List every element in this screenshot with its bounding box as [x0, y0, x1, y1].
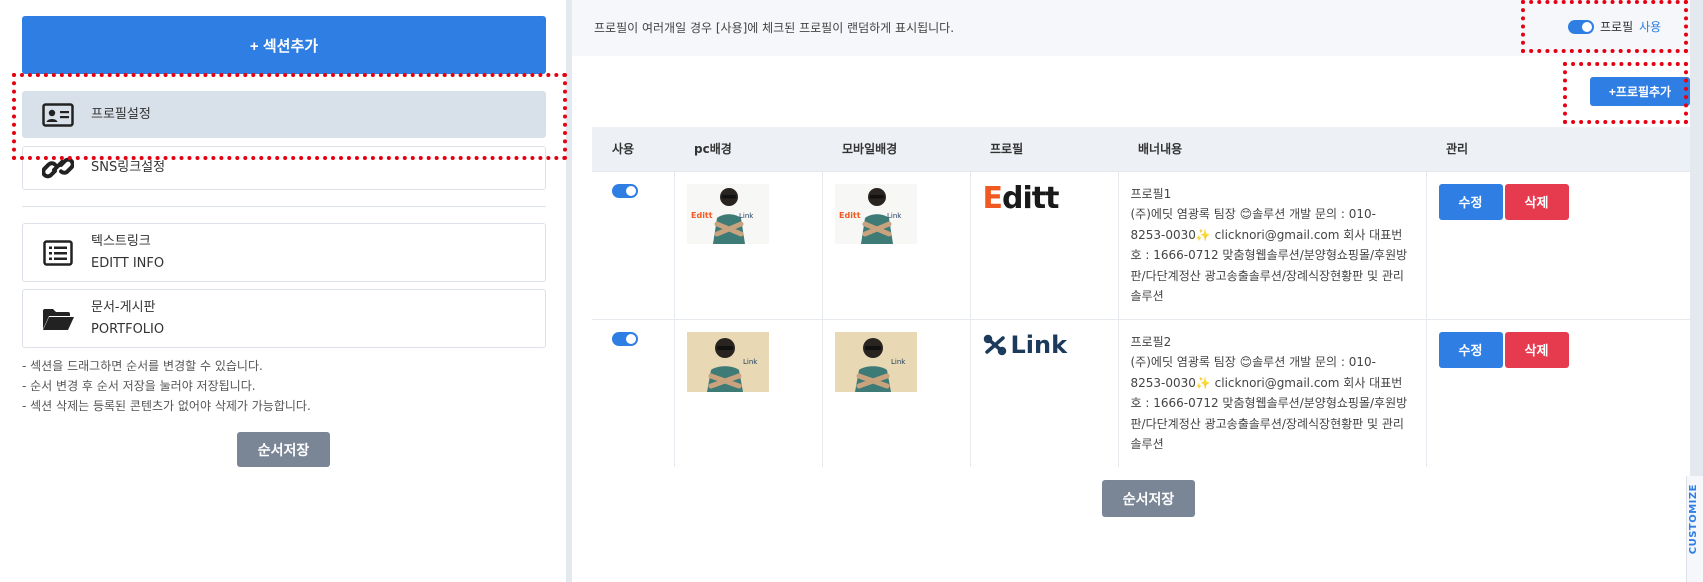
- banner-title: 프로필2: [1130, 334, 1172, 349]
- pc-background-image: Link: [686, 331, 769, 392]
- folder-icon: [41, 305, 75, 333]
- edit-button[interactable]: 수정: [1438, 331, 1503, 368]
- mobile-background-image: Link: [834, 331, 917, 392]
- section-item-board[interactable]: 문서-게시판 PORTFOLIO: [22, 289, 546, 348]
- add-section-button[interactable]: + 섹션추가: [22, 16, 546, 74]
- banner-title: 프로필1: [1130, 186, 1172, 201]
- pc-background-image: Editt Link: [686, 183, 769, 244]
- customize-label: CUSTOMIZE: [1688, 484, 1699, 555]
- note-line: - 순서 변경 후 순서 저장을 눌러야 저장됩니다.: [22, 379, 256, 393]
- col-manage: 관리: [1426, 127, 1690, 171]
- profile-panel: 프로필이 여러개일 경우 [사용]에 체크된 프로필이 랜덤하게 표시됩니다. …: [572, 0, 1690, 582]
- col-pc-bg: pc배경: [674, 127, 822, 171]
- save-order-button[interactable]: 순서저장: [1102, 480, 1195, 517]
- thumb-logo-text: Link: [891, 358, 906, 366]
- customize-tab[interactable]: CUSTOMIZE: [1686, 476, 1703, 582]
- section-label: 문서-게시판: [91, 299, 156, 315]
- note-line: - 섹션을 드래그하면 순서를 변경할 수 있습니다.: [22, 359, 263, 373]
- col-profile: 프로필: [970, 127, 1118, 171]
- mobile-background-image: Editt Link: [834, 183, 917, 244]
- profile-logo-text: Link: [1010, 330, 1068, 359]
- banner-body: (주)에딧 염광록 팀장 😊솔루션 개발 문의 : 010-8253-0030✨…: [1130, 207, 1408, 303]
- col-mobile-bg: 모바일배경: [822, 127, 970, 171]
- list-icon: [41, 239, 75, 267]
- col-use: 사용: [592, 127, 674, 171]
- thumb-logo-text: Link: [887, 212, 902, 220]
- col-banner: 배너내용: [1118, 127, 1426, 171]
- section-item-text-link[interactable]: 텍스트링크 EDITT INFO: [22, 223, 546, 282]
- thumb-logo-text: Link: [743, 358, 758, 366]
- table-row: Editt Link Editt Link Editt 프로필1 (주)에딧 염광록…: [592, 170, 1690, 319]
- thumb-logo-text: Editt: [691, 211, 713, 220]
- section-label: 텍스트링크: [91, 233, 151, 249]
- profile-logo-link: Link: [983, 332, 1106, 358]
- profile-logo-editt: Editt: [982, 180, 1060, 216]
- link-logo-mark-icon: [983, 334, 1006, 355]
- thumb-logo-text: Editt: [839, 211, 861, 220]
- row-use-toggle[interactable]: [612, 331, 638, 346]
- banner-body: (주)에딧 염광록 팀장 😊솔루션 개발 문의 : 010-8253-0030✨…: [1130, 355, 1408, 451]
- profile-table: 사용 pc배경 모바일배경 프로필 배너내용 관리 Editt Link Edit…: [592, 127, 1690, 467]
- edit-button[interactable]: 수정: [1438, 183, 1503, 220]
- save-order-button[interactable]: 순서저장: [237, 432, 330, 467]
- highlight-box-profile-settings: [12, 73, 567, 160]
- section-sublabel: EDITT INFO: [91, 255, 165, 271]
- section-sublabel: PORTFOLIO: [91, 321, 165, 337]
- notice-text: 프로필이 여러개일 경우 [사용]에 체크된 프로필이 랜덤하게 표시됩니다.: [594, 21, 955, 35]
- section-label: SNS링크설정: [91, 160, 166, 175]
- row-use-toggle[interactable]: [612, 183, 638, 198]
- highlight-box-profile-toggle: [1521, 0, 1688, 53]
- help-notes: - 섹션을 드래그하면 순서를 변경할 수 있습니다. - 순서 변경 후 순서…: [22, 356, 311, 416]
- thumb-logo-text: Link: [739, 212, 754, 220]
- note-line: - 섹션 삭제는 등록된 콘텐츠가 없어야 삭제가 가능합니다.: [22, 399, 311, 413]
- table-row: Link Link Link 프로필2 (주)에딧 염광록 팀장 �: [592, 318, 1690, 467]
- delete-button[interactable]: 삭제: [1504, 331, 1569, 368]
- divider: [22, 206, 546, 207]
- highlight-box-add-profile: [1563, 62, 1688, 124]
- delete-button[interactable]: 삭제: [1504, 183, 1569, 220]
- table-header: 사용 pc배경 모바일배경 프로필 배너내용 관리: [592, 127, 1690, 171]
